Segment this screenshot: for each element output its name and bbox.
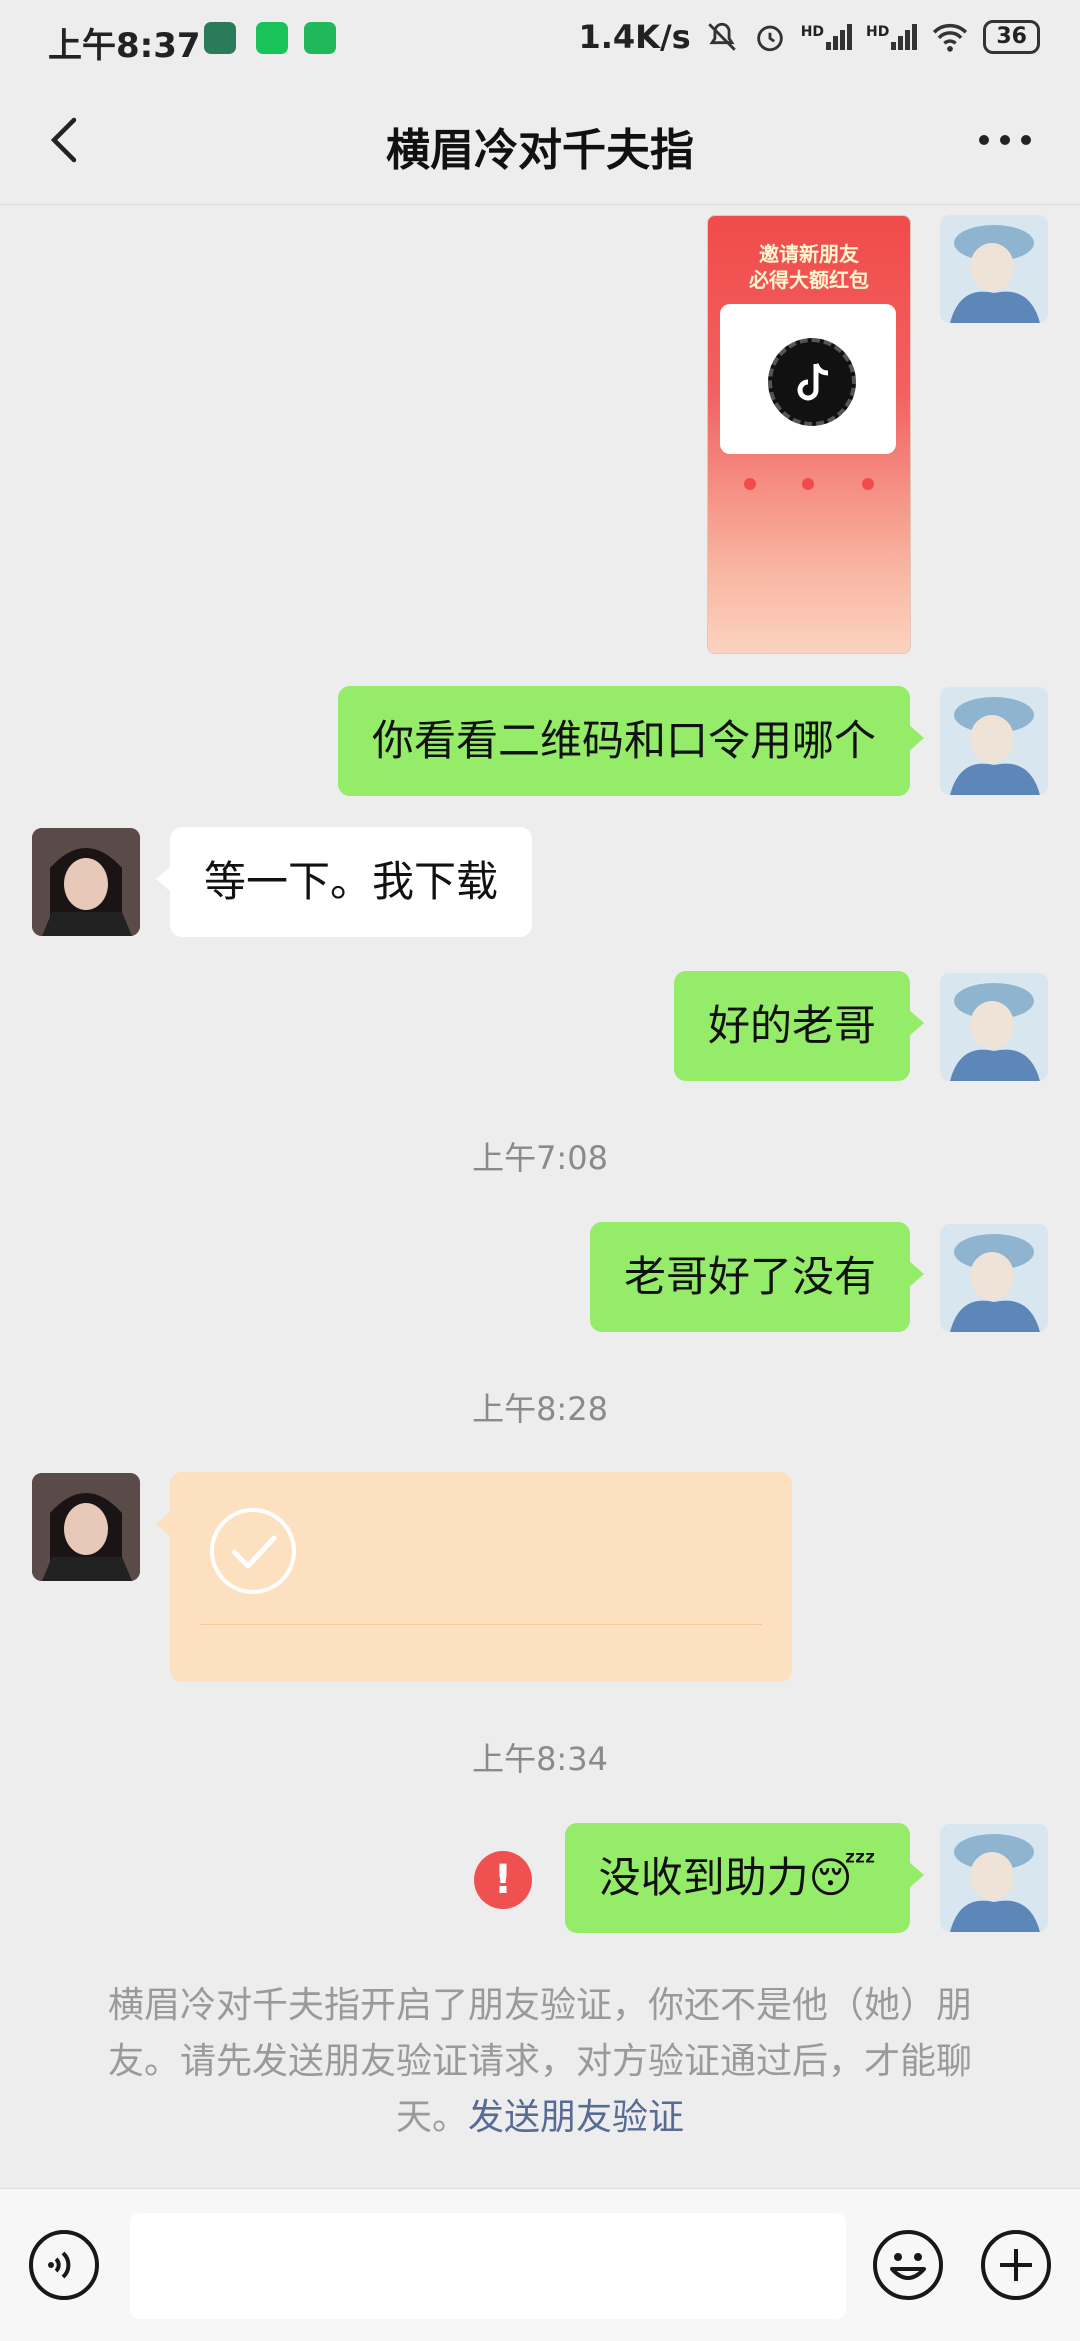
- contact-avatar[interactable]: [32, 1473, 140, 1581]
- my-avatar[interactable]: [940, 973, 1048, 1081]
- my-avatar[interactable]: [940, 215, 1048, 323]
- system-notice: 横眉冷对千夫指开启了朋友验证，你还不是他（她）朋 友。请先发送朋友验证请求，对方…: [80, 1978, 1000, 2146]
- signal-1: HD: [801, 24, 853, 50]
- message-bubble-sent[interactable]: 没收到助力😴: [564, 1823, 925, 1933]
- message-bubble-sent[interactable]: 你看看二维码和口令用哪个: [337, 686, 925, 796]
- messages-app-icon: [204, 22, 236, 54]
- notice-line-3-prefix: 天。: [395, 2097, 468, 2138]
- wifi-icon: [933, 23, 968, 52]
- send-failed-icon[interactable]: !: [474, 1851, 532, 1909]
- timestamp: 上午8:34: [472, 1740, 608, 1778]
- notice-line-2: 友。请先发送朋友验证请求，对方验证通过后，才能聊: [107, 2041, 972, 2082]
- send-verification-link[interactable]: 发送朋友验证: [468, 2097, 684, 2138]
- my-avatar[interactable]: [940, 687, 1048, 795]
- input-bar: [0, 2188, 1080, 2341]
- my-avatar[interactable]: [940, 1224, 1048, 1332]
- notice-line-3: 天。发送朋友验证: [80, 2090, 1000, 2146]
- image-headline-1: 邀请新朋友: [759, 242, 859, 266]
- image-steps: [722, 478, 896, 528]
- tiktok-logo-icon: [797, 363, 829, 401]
- qr-code: [768, 338, 856, 426]
- voice-icon: [29, 2230, 99, 2300]
- shared-image-qr[interactable]: 邀请新朋友 必得大额红包: [707, 215, 911, 654]
- chat-header: 横眉冷对千夫指: [0, 80, 1080, 205]
- emoji-button[interactable]: [872, 2229, 944, 2301]
- chat-title: 横眉冷对千夫指: [386, 125, 694, 176]
- status-time: 上午8:37: [48, 26, 201, 66]
- signal-2: HD: [866, 24, 918, 50]
- timestamp: 上午8:28: [472, 1390, 608, 1428]
- transfer-card[interactable]: [156, 1472, 792, 1682]
- message-bubble-sent[interactable]: 好的老哥: [673, 971, 925, 1081]
- status-indicators: 1.4K/s HD HD 36: [578, 18, 1040, 56]
- network-speed: 1.4K/s: [578, 18, 691, 56]
- speed-app-icon: [304, 22, 336, 54]
- timestamp: 上午7:08: [472, 1139, 608, 1177]
- mute-icon: [707, 22, 736, 51]
- notice-line-1: 横眉冷对千夫指开启了朋友验证，你还不是他（她）朋: [107, 1985, 972, 2026]
- battery-indicator: 36: [983, 20, 1040, 54]
- more-functions-button[interactable]: [980, 2229, 1052, 2301]
- message-input[interactable]: [130, 2213, 846, 2319]
- check-circle-icon: [210, 1508, 296, 1594]
- transfer-divider: [200, 1624, 762, 1625]
- sleepy-emoji: 😴: [808, 1853, 876, 1902]
- wechat-app-icon: [256, 22, 288, 54]
- contact-avatar[interactable]: [32, 828, 140, 936]
- image-headline-2: 必得大额红包: [749, 268, 869, 292]
- message-bubble-sent[interactable]: 老哥好了没有: [589, 1222, 925, 1332]
- emoji-icon: [873, 2230, 943, 2300]
- more-button[interactable]: [970, 110, 1040, 170]
- message-text: 没收到助力: [598, 1853, 809, 1902]
- voice-button[interactable]: [28, 2229, 100, 2301]
- status-bar: 上午8:37 1.4K/s HD HD 36: [0, 0, 1080, 80]
- plus-icon: [981, 2230, 1051, 2300]
- my-avatar[interactable]: [940, 1824, 1048, 1932]
- more-dots-icon: [979, 135, 1031, 145]
- alarm-icon: [756, 25, 783, 52]
- message-bubble-received[interactable]: 等一下。我下载: [155, 827, 533, 937]
- qr-card: [720, 304, 896, 454]
